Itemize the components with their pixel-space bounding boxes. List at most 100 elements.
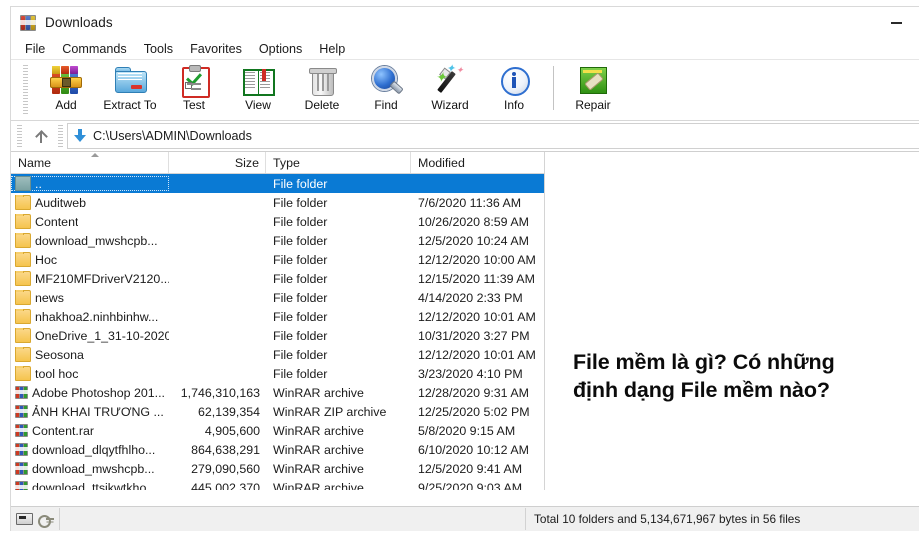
cell-type: File folder xyxy=(273,252,328,267)
table-row[interactable]: ẢNH KHAI TRƯƠNG ... 62,139,354 WinRAR ZIP … xyxy=(11,402,544,421)
cell-name: download_ttsjkwtkho... xyxy=(11,481,169,490)
window-title: Downloads xyxy=(45,15,113,30)
cell-name: download_mwshcpb... xyxy=(11,233,169,248)
cell-size: 445,002,370 xyxy=(191,480,260,491)
menu-item-options[interactable]: Options xyxy=(259,42,302,56)
info-circle-icon xyxy=(498,64,530,96)
repair-icon xyxy=(577,64,609,96)
cell-size: 62,139,354 xyxy=(197,404,260,419)
cell-name: Content xyxy=(11,214,169,229)
window-controls xyxy=(873,7,919,38)
menu-item-file[interactable]: File xyxy=(25,42,45,56)
winrar-archive-icon xyxy=(15,424,28,437)
cell-name: Adobe Photoshop 201... xyxy=(11,386,169,400)
toolbar-label-repair: Repair xyxy=(575,98,611,112)
toolbar-button-info[interactable]: Info xyxy=(482,63,546,115)
cell-name-label: tool hoc xyxy=(35,366,79,381)
menu-item-help[interactable]: Help xyxy=(319,42,345,56)
cell-type: WinRAR archive xyxy=(273,423,364,438)
winrar-main-window: Downloads File Commands Tools Favorites … xyxy=(10,6,919,531)
folder-icon xyxy=(15,290,31,305)
up-arrow-icon xyxy=(36,129,47,143)
column-header-size-label: Size xyxy=(234,155,259,170)
toolbar-button-test[interactable]: Test xyxy=(162,63,226,115)
cell-modified: 9/25/2020 9:03 AM xyxy=(418,480,523,491)
file-list-panel[interactable]: Name Size Type Modified .. File folder Aud… xyxy=(11,152,545,490)
cell-type: File folder xyxy=(273,309,328,324)
status-icons xyxy=(11,508,60,530)
table-row[interactable]: download_mwshcpb... 279,090,560 WinRAR arc… xyxy=(11,459,544,478)
table-row[interactable]: MF210MFDriverV2120... File folder 12/15/20… xyxy=(11,269,544,288)
toolbar-label-extract-to: Extract To xyxy=(103,98,157,112)
table-row[interactable]: Content.rar 4,905,600 WinRAR archive 5/8/20… xyxy=(11,421,544,440)
toolbar-button-delete[interactable]: Delete xyxy=(290,63,354,115)
cell-name-label: nhakhoa2.ninhbinhw... xyxy=(35,309,159,324)
table-row[interactable]: Hoc File folder 12/12/2020 10:00 AM xyxy=(11,250,544,269)
winrar-archive-icon xyxy=(15,443,28,456)
toolbar-button-repair[interactable]: Repair xyxy=(561,63,625,115)
title-bar: Downloads xyxy=(11,7,919,38)
cell-type: File folder xyxy=(273,176,328,191)
table-row[interactable]: news File folder 4/14/2020 2:33 PM xyxy=(11,288,544,307)
menu-item-commands[interactable]: Commands xyxy=(62,42,126,56)
table-row[interactable]: download_mwshcpb... File folder 12/5/2020 … xyxy=(11,231,544,250)
cell-modified: 4/14/2020 2:33 PM xyxy=(418,290,523,305)
table-row[interactable]: download_ttsjkwtkho... 445,002,370 WinRAR … xyxy=(11,478,544,490)
folder-icon xyxy=(15,328,31,343)
cell-name-label: MF210MFDriverV2120... xyxy=(35,271,169,286)
cell-modified: 12/12/2020 10:00 AM xyxy=(418,252,536,267)
address-field-grip[interactable] xyxy=(58,125,63,147)
winrar-window-screenshot: Downloads File Commands Tools Favorites … xyxy=(0,0,919,537)
toolbar-button-wizard[interactable]: ✦ ✦ ✦ Wizard xyxy=(418,63,482,115)
toolbar-button-find[interactable]: Find xyxy=(354,63,418,115)
cell-modified: 7/6/2020 11:36 AM xyxy=(418,195,522,210)
winrar-archive-icon xyxy=(15,462,28,475)
cell-name: nhakhoa2.ninhbinhw... xyxy=(11,309,169,324)
table-row[interactable]: Content File folder 10/26/2020 8:59 AM xyxy=(11,212,544,231)
drive-icon[interactable] xyxy=(16,513,33,525)
table-row[interactable]: Auditweb File folder 7/6/2020 11:36 AM xyxy=(11,193,544,212)
overlay-caption: File mềm là gì? Có những định dạng File … xyxy=(573,348,919,405)
table-row[interactable]: tool hoc File folder 3/23/2020 4:10 PM xyxy=(11,364,544,383)
cell-name-label: download_mwshcpb... xyxy=(32,461,155,476)
cell-modified: 12/15/2020 11:39 AM xyxy=(418,271,535,286)
cell-modified: 12/12/2020 10:01 AM xyxy=(418,347,536,362)
folder-icon xyxy=(15,233,31,248)
key-icon[interactable] xyxy=(38,514,54,528)
cell-type: File folder xyxy=(273,271,328,286)
menu-item-tools[interactable]: Tools xyxy=(144,42,173,56)
table-row[interactable]: OneDrive_1_31-10-2020 File folder 10/31/20… xyxy=(11,326,544,345)
toolbar-label-delete: Delete xyxy=(304,98,340,112)
folder-icon xyxy=(15,252,31,267)
menu-bar: File Commands Tools Favorites Options He… xyxy=(11,38,919,60)
toolbar-button-extract-to[interactable]: Extract To xyxy=(98,63,162,115)
cell-name-label: Adobe Photoshop 201... xyxy=(32,385,165,400)
table-row[interactable]: download_dlqytfhlho... 864,638,291 WinRAR … xyxy=(11,440,544,459)
table-row[interactable]: Seosona File folder 12/12/2020 10:01 AM xyxy=(11,345,544,364)
table-row[interactable]: Adobe Photoshop 201... 1,746,310,163 WinRA… xyxy=(11,383,544,402)
cell-size: 4,905,600 xyxy=(204,423,260,438)
cell-modified: 6/10/2020 10:12 AM xyxy=(418,442,529,457)
cell-name-label: OneDrive_1_31-10-2020 xyxy=(35,328,169,343)
menu-item-favorites[interactable]: Favorites xyxy=(190,42,242,56)
cell-name-label: download_dlqytfhlho... xyxy=(32,442,156,457)
toolbar-button-view[interactable]: View xyxy=(226,63,290,115)
cell-modified: 12/12/2020 10:01 AM xyxy=(418,309,536,324)
toolbar-grip[interactable] xyxy=(23,65,28,115)
cell-type: File folder xyxy=(273,290,328,305)
column-header-size[interactable]: Size xyxy=(169,152,266,173)
file-list-area: Name Size Type Modified .. File folder Aud… xyxy=(11,152,919,490)
up-one-level-button[interactable] xyxy=(26,124,56,148)
address-bar-grip[interactable] xyxy=(17,125,22,147)
column-header-name[interactable]: Name xyxy=(11,152,169,173)
table-row[interactable]: .. File folder xyxy=(11,174,544,193)
column-header-type[interactable]: Type xyxy=(266,152,411,173)
column-header-modified[interactable]: Modified xyxy=(411,152,543,173)
table-row[interactable]: nhakhoa2.ninhbinhw... File folder 12/12/20… xyxy=(11,307,544,326)
toolbar-button-add[interactable]: Add xyxy=(34,63,98,115)
cell-type: File folder xyxy=(273,214,328,229)
minimize-button[interactable] xyxy=(873,7,919,38)
address-path-field[interactable]: C:\Users\ADMIN\Downloads xyxy=(67,123,919,149)
wizard-wand-icon: ✦ ✦ ✦ xyxy=(434,64,466,96)
cell-modified: 3/23/2020 4:10 PM xyxy=(418,366,523,381)
